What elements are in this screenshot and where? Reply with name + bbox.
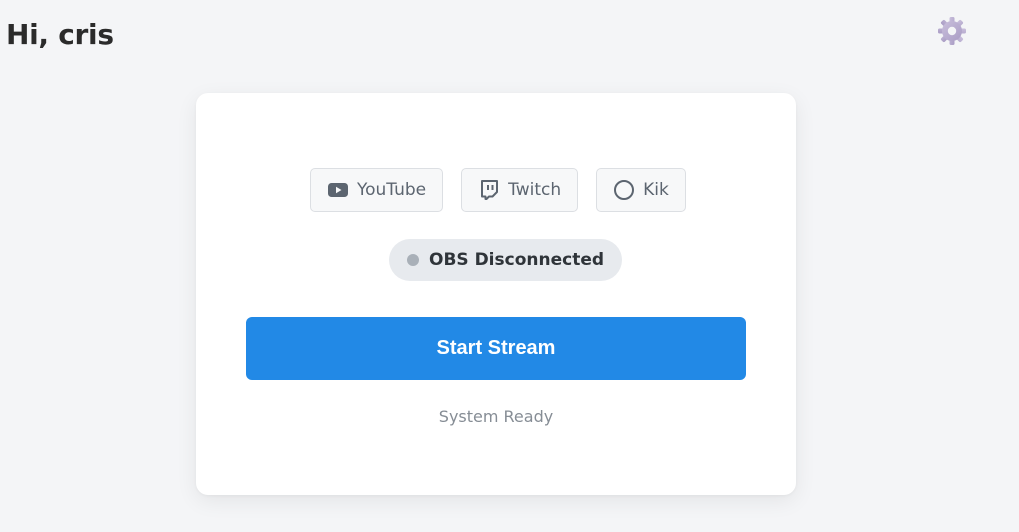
greeting-title: Hi, cris — [6, 18, 114, 51]
stream-card: YouTube Twitch Kik OBS Disconnected Star… — [196, 93, 796, 495]
platform-kik-button[interactable]: Kik — [596, 168, 686, 212]
twitch-icon — [478, 179, 500, 201]
obs-status-dot — [407, 254, 419, 266]
platform-youtube-button[interactable]: YouTube — [310, 168, 444, 212]
system-status-text: System Ready — [438, 407, 554, 426]
platform-kik-label: Kik — [643, 180, 669, 200]
platform-twitch-label: Twitch — [508, 180, 562, 200]
platform-twitch-button[interactable]: Twitch — [461, 168, 579, 212]
platform-selector: YouTube Twitch Kik — [310, 168, 686, 212]
app-root: Hi, cris YouTube Twitch Kik OBS Disconne… — [0, 0, 1019, 532]
platform-youtube-label: YouTube — [357, 180, 427, 200]
settings-button[interactable] — [936, 15, 968, 47]
circle-icon — [613, 179, 635, 201]
obs-status-badge: OBS Disconnected — [389, 239, 623, 281]
start-stream-button[interactable]: Start Stream — [246, 317, 746, 380]
youtube-icon — [327, 179, 349, 201]
obs-status-label: OBS Disconnected — [429, 250, 605, 270]
gear-icon — [938, 17, 966, 45]
